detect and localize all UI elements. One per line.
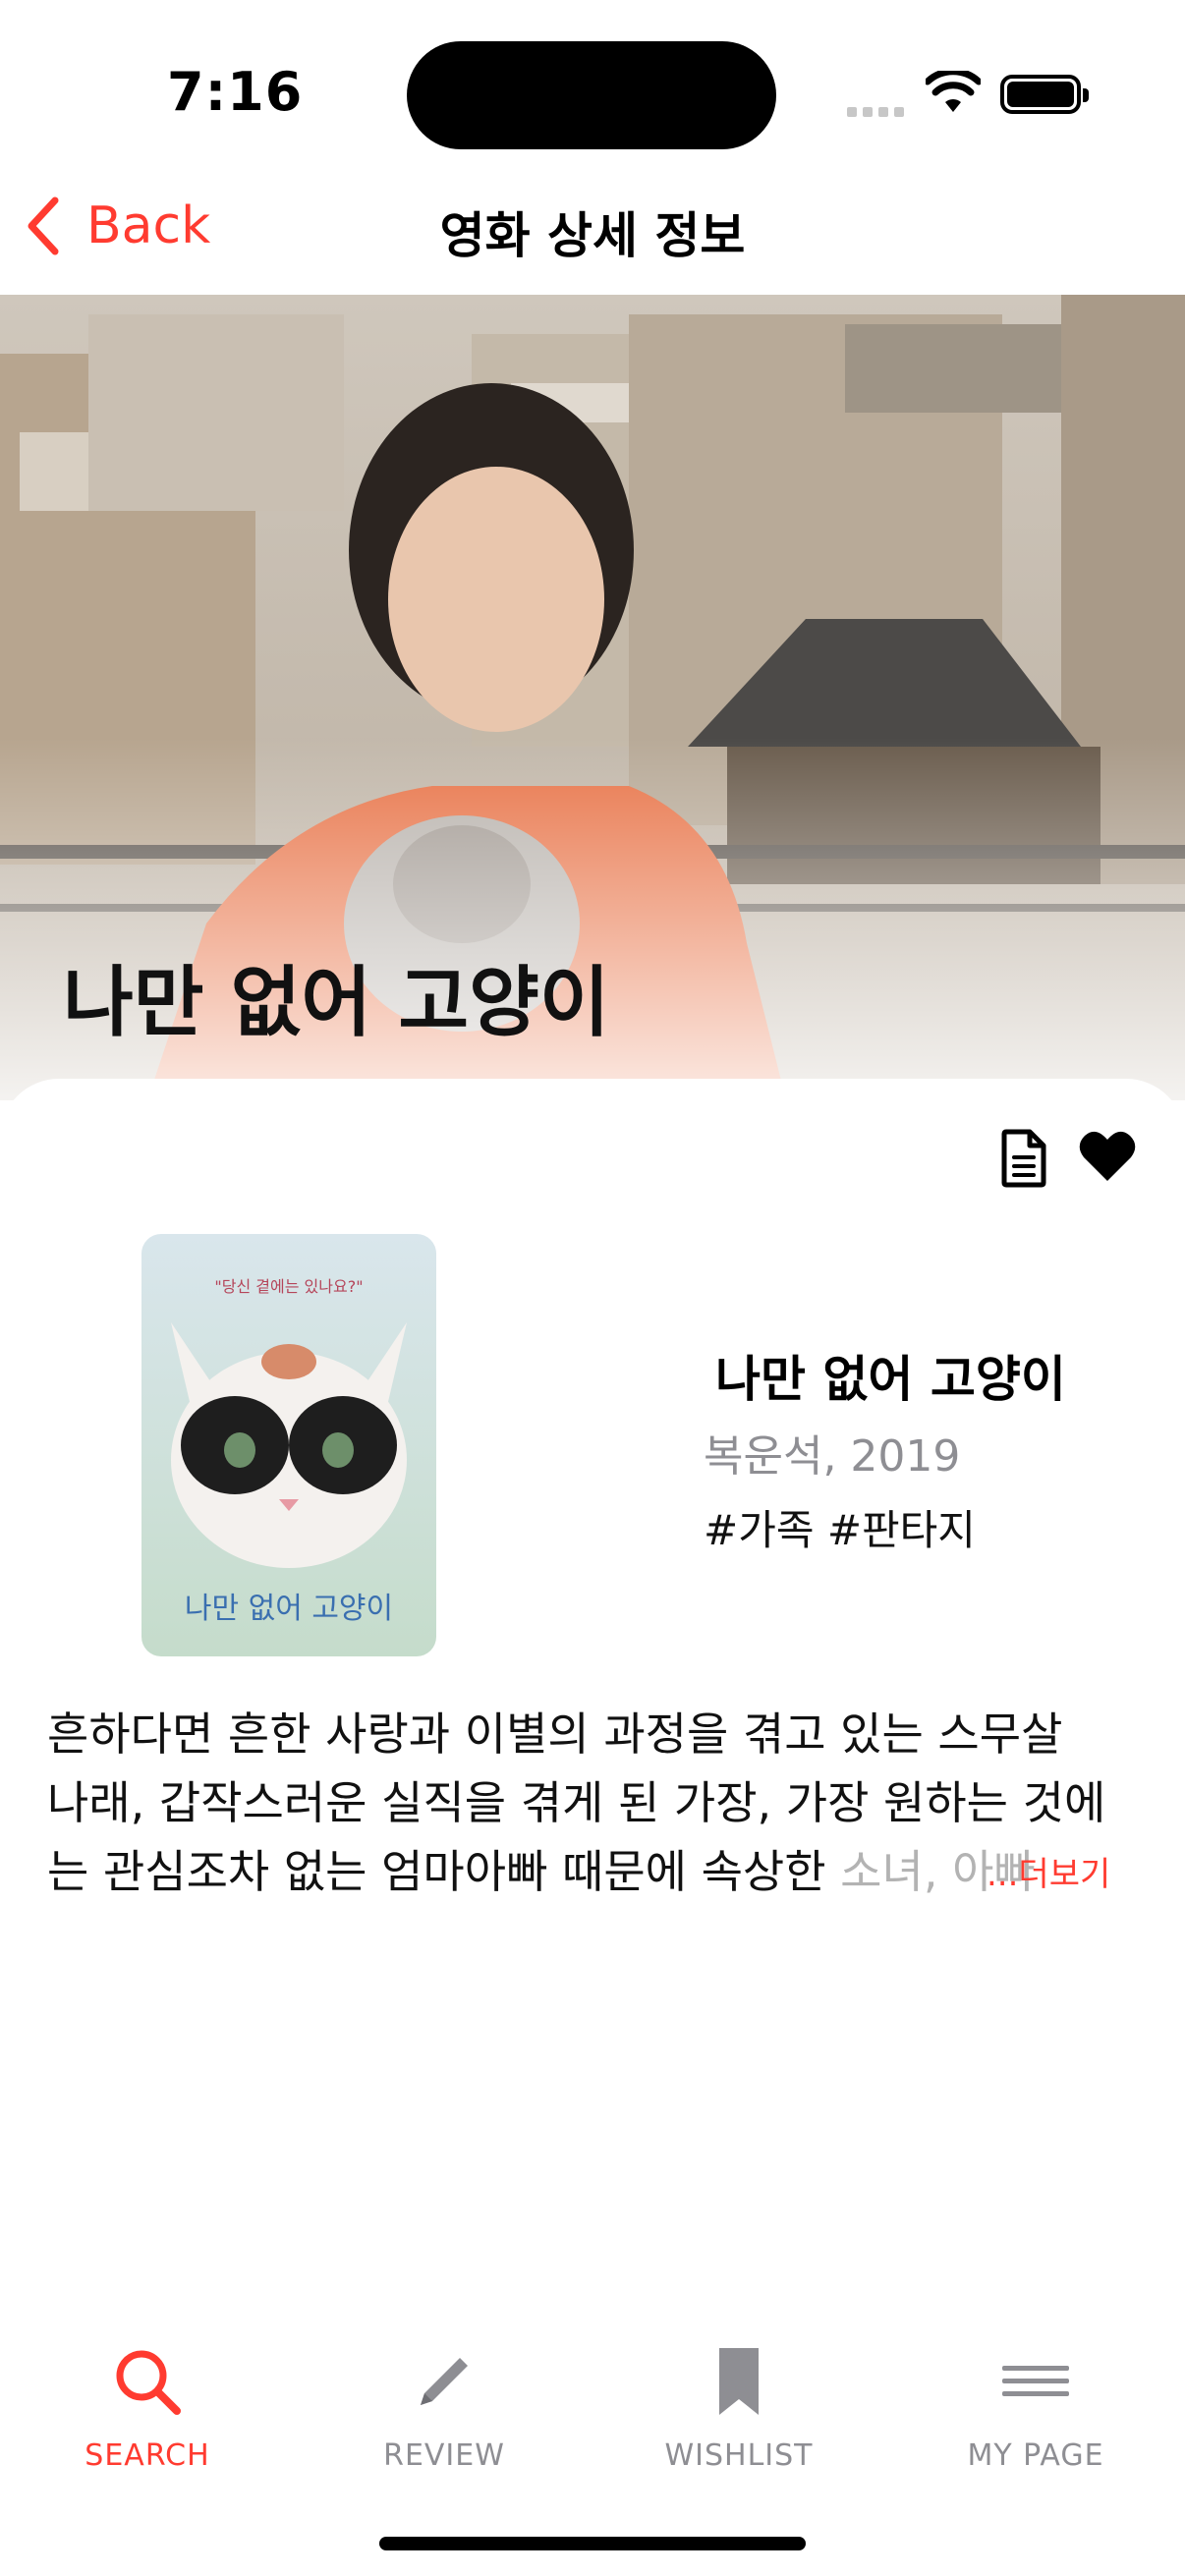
dynamic-island (407, 41, 776, 149)
battery-icon (1000, 75, 1089, 114)
magnifier-icon (116, 2350, 181, 2415)
menu-lines-icon (1002, 2366, 1069, 2396)
tab-search[interactable]: SEARCH (0, 2344, 295, 2473)
heart-icon[interactable] (1077, 1126, 1138, 1187)
director-year: 복운석, 2019 (704, 1431, 961, 1482)
status-bar: 7:16 (0, 0, 1185, 187)
tab-my-page[interactable]: MY PAGE (888, 2344, 1183, 2473)
synopsis-text: 는 관심조차 없는 엄마아빠 때문에 속상한 (47, 1845, 826, 1898)
synopsis: 흔하다면 흔한 사랑과 이별의 과정을 겪고 있는 스무살 나래, 갑작스러운 … (47, 1700, 1138, 1906)
cellular-signal-icon (847, 102, 910, 121)
read-more-link[interactable]: ...더보기 (987, 1847, 1110, 1895)
synopsis-line: 는 관심조차 없는 엄마아빠 때문에 속상한 소녀, 아빠 (47, 1837, 1138, 1906)
tab-review[interactable]: REVIEW (297, 2344, 592, 2473)
tab-label: REVIEW (383, 2438, 505, 2473)
tab-label: MY PAGE (967, 2438, 1104, 2473)
movie-title: 나만 없어 고양이 (715, 1351, 1066, 1408)
hero-title: 나만 없어 고양이 (63, 959, 610, 1047)
poster-tagline: "당신 곁에는 있나요?" (214, 1277, 364, 1296)
wifi-icon (926, 71, 981, 112)
hero-backdrop: 나만 없어 고양이 (0, 295, 1185, 1100)
pencil-icon (421, 2358, 468, 2405)
home-indicator[interactable] (379, 2537, 806, 2550)
tab-label: SEARCH (85, 2438, 210, 2473)
tab-label: WISHLIST (664, 2438, 814, 2473)
synopsis-line: 흔하다면 흔한 사랑과 이별의 과정을 겪고 있는 스무살 (47, 1708, 1063, 1761)
bookmark-icon (719, 2348, 759, 2415)
document-icon[interactable] (994, 1128, 1053, 1189)
tab-wishlist[interactable]: WISHLIST (592, 2344, 886, 2473)
synopsis-line: 나래, 갑작스러운 실직을 겪게 된 가장, 가장 원하는 것에 (47, 1776, 1106, 1829)
status-time: 7:16 (167, 61, 304, 123)
movie-poster: "당신 곁에는 있나요?" 나만 없어 고양이 (141, 1234, 436, 1656)
genre-tags: #가족 #판타지 (704, 1506, 976, 1554)
page-title: 영화 상세 정보 (439, 207, 746, 264)
poster-title: 나만 없어 고양이 (184, 1592, 394, 1626)
